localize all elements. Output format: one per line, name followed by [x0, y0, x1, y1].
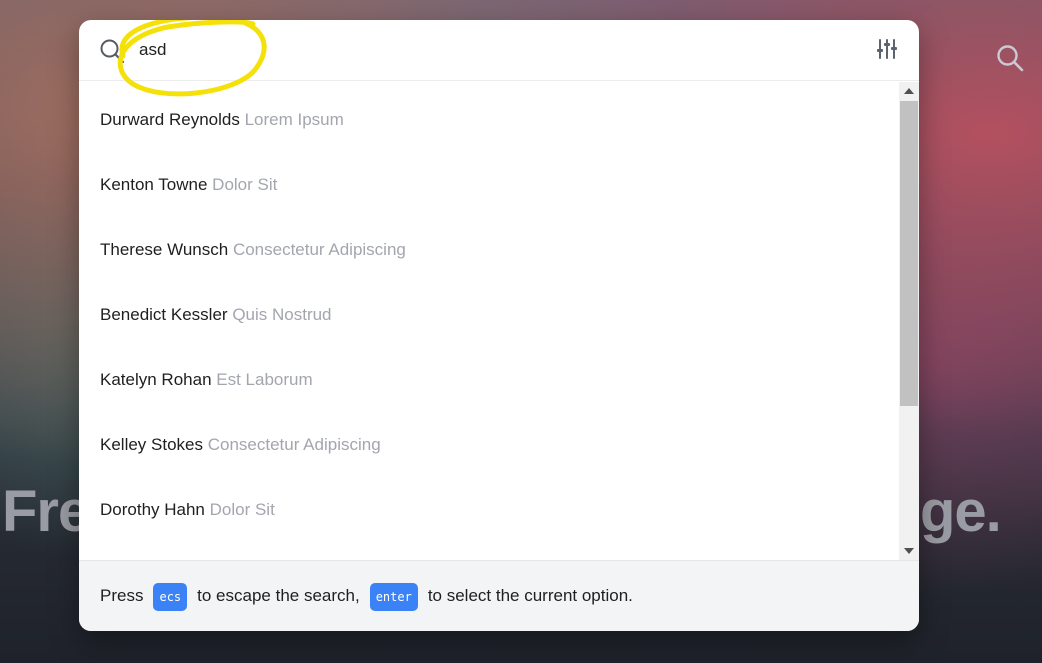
result-item[interactable]: Benedict Kessler Quis Nostrud [79, 282, 899, 347]
scroll-down-arrow-icon[interactable] [904, 548, 914, 554]
result-description: Consectetur Adipiscing [207, 435, 381, 454]
result-item[interactable]: Kenton Towne Dolor Sit [79, 152, 899, 217]
search-input[interactable] [139, 36, 839, 64]
result-name: Kenton Towne [100, 175, 208, 194]
result-item[interactable]: Durward Reynolds Lorem Ipsum [79, 87, 899, 152]
result-name: Benedict Kessler [100, 305, 228, 324]
footer-escape-text: to escape the search, [197, 586, 360, 605]
result-item[interactable]: Therese Wunsch Consectetur Adipiscing [79, 217, 899, 282]
footer-enter-text: to select the current option. [427, 586, 633, 605]
footer-press-text: Press [100, 586, 144, 605]
result-name: Kelley Stokes [100, 435, 203, 454]
result-item[interactable]: Kelley Stokes Consectetur Adipiscing [79, 412, 899, 477]
result-description: Est Laborum [216, 370, 313, 389]
result-description: Consectetur Adipiscing [232, 240, 406, 259]
search-bar [79, 20, 919, 97]
result-name: Durward Reynolds [100, 110, 240, 129]
result-name: Therese Wunsch [100, 240, 229, 259]
result-description: Dolor Sit [209, 500, 275, 519]
keyboard-hint-footer: Press ecs to escape the search, enter to… [79, 560, 919, 631]
scrollbar-thumb[interactable] [900, 101, 918, 406]
command-palette-modal: Durward Reynolds Lorem Ipsum Kenton Town… [79, 20, 919, 631]
results-scrollbar[interactable] [899, 82, 919, 560]
result-item[interactable]: Katelyn Rohan Est Laborum [79, 347, 899, 412]
hero-text-right: ge. [920, 479, 1002, 544]
enter-key-badge: enter [369, 583, 418, 611]
result-description: Lorem Ipsum [244, 110, 344, 129]
search-icon [100, 39, 125, 64]
background-search-icon[interactable] [996, 44, 1024, 72]
sliders-icon[interactable] [872, 34, 902, 64]
hero-text-left: Fre [2, 479, 90, 544]
result-description: Dolor Sit [212, 175, 278, 194]
result-description: Quis Nostrud [232, 305, 332, 324]
result-item[interactable]: Dorothy Hahn Dolor Sit [79, 477, 899, 542]
result-name: Dorothy Hahn [100, 500, 205, 519]
result-name: Katelyn Rohan [100, 370, 212, 389]
escape-key-badge: ecs [153, 583, 188, 611]
scroll-up-arrow-icon[interactable] [904, 88, 914, 94]
results-list: Durward Reynolds Lorem Ipsum Kenton Town… [79, 82, 899, 560]
